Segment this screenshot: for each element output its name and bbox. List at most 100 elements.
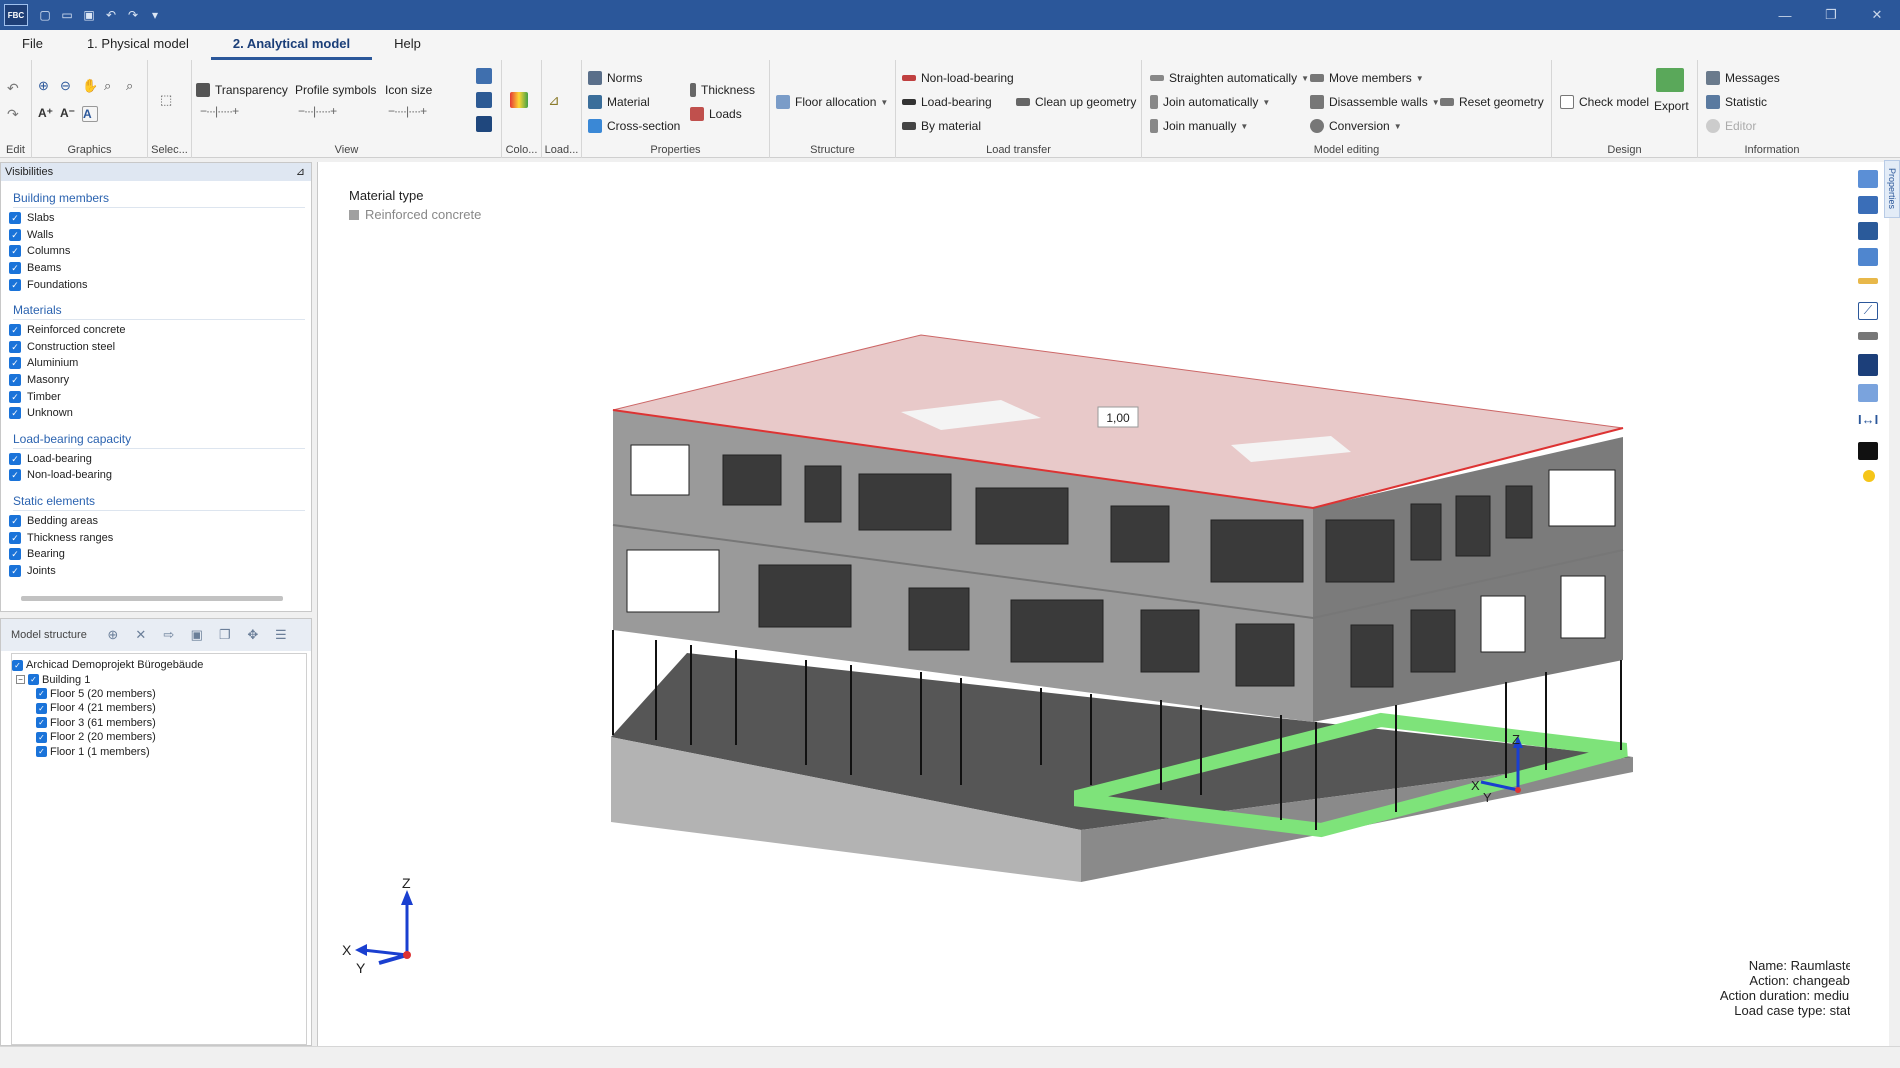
- visibility-checkbox-row[interactable]: ✓ Walls: [1, 227, 311, 244]
- open-folder-icon[interactable]: ▭: [59, 7, 75, 23]
- checkbox[interactable]: ✓: [9, 324, 21, 337]
- checkbox[interactable]: ✓: [9, 469, 21, 482]
- customize-toolbar-icon[interactable]: ▾: [147, 7, 163, 23]
- pan-hand-icon[interactable]: ✋: [82, 78, 98, 94]
- 3d-viewport[interactable]: 1,00 Z X Y Z X Y: [317, 162, 1889, 1046]
- checkbox[interactable]: ✓: [9, 390, 21, 403]
- text-style-icon[interactable]: A: [82, 106, 98, 122]
- font-increase-icon[interactable]: A⁺: [38, 106, 54, 122]
- checkbox[interactable]: ✓: [36, 688, 47, 700]
- redo-icon[interactable]: ↷: [7, 106, 23, 122]
- checkbox[interactable]: ✓: [9, 228, 21, 241]
- delete-icon[interactable]: ✕: [133, 627, 149, 643]
- visibility-checkbox-row[interactable]: ✓ Load-bearing: [1, 451, 311, 468]
- checkbox[interactable]: ✓: [9, 548, 21, 561]
- tab-analytical-model[interactable]: 2. Analytical model: [210, 30, 373, 60]
- selection-filter-icon[interactable]: ⬚: [160, 92, 176, 108]
- collapse-icon[interactable]: −: [16, 675, 25, 685]
- minimize-icon[interactable]: —: [1762, 0, 1808, 30]
- tree-building[interactable]: − ✓ Building 1: [12, 672, 306, 686]
- check-model-button[interactable]: Check model: [1560, 92, 1649, 112]
- zoom-all-icon[interactable]: ⌕: [126, 78, 142, 94]
- checkbox[interactable]: ✓: [36, 702, 47, 714]
- visibility-checkbox-row[interactable]: ✓ Slabs: [1, 210, 311, 227]
- statistic-button[interactable]: Statistic: [1706, 92, 1767, 112]
- reset-geometry-button[interactable]: Reset geometry: [1440, 92, 1544, 112]
- tree-floor[interactable]: ✓ Floor 1 (1 members): [12, 744, 306, 758]
- transparency-button[interactable]: Transparency: [196, 80, 288, 100]
- checkbox[interactable]: ✓: [36, 717, 47, 729]
- view-solid-icon[interactable]: [476, 116, 492, 132]
- load-display-icon[interactable]: ⊿: [548, 92, 564, 108]
- editor-button[interactable]: Editor: [1706, 116, 1756, 136]
- checkbox[interactable]: ✓: [9, 564, 21, 577]
- view-iso-icon[interactable]: [1858, 170, 1878, 188]
- model-canvas[interactable]: 1,00 Z X Y Z X Y: [318, 162, 1890, 1046]
- norms-button[interactable]: Norms: [588, 68, 642, 88]
- visibility-checkbox-row[interactable]: ✓ Construction steel: [1, 339, 311, 356]
- visibility-checkbox-row[interactable]: ✓ Reinforced concrete: [1, 322, 311, 339]
- light-icon[interactable]: [1863, 470, 1875, 482]
- spring-icon[interactable]: [1858, 354, 1878, 376]
- view-cube-icon[interactable]: [476, 68, 492, 84]
- zoom-in-icon[interactable]: ⊕: [38, 78, 54, 94]
- export-label[interactable]: Export: [1654, 96, 1689, 116]
- properties-side-tab[interactable]: Properties: [1884, 160, 1900, 218]
- close-icon[interactable]: ✕: [1854, 0, 1900, 30]
- cross-section-button[interactable]: Cross-section: [588, 116, 680, 136]
- color-scale-icon[interactable]: [510, 92, 528, 108]
- ruler-icon[interactable]: [1858, 278, 1878, 284]
- checkbox[interactable]: ✓: [36, 746, 47, 758]
- checkbox[interactable]: ✓: [9, 278, 21, 291]
- tree-floor[interactable]: ✓ Floor 5 (20 members): [12, 687, 306, 701]
- visibility-checkbox-row[interactable]: ✓ Bearing: [1, 546, 311, 563]
- zoom-window-icon[interactable]: ⌕: [104, 78, 120, 94]
- menu-file[interactable]: File: [0, 30, 65, 60]
- view-side-icon[interactable]: [1858, 248, 1878, 266]
- transparency-slider[interactable]: −···|·····+: [200, 104, 239, 118]
- visibility-checkbox-row[interactable]: ✓ Timber: [1, 388, 311, 405]
- visibility-checkbox-row[interactable]: ✓ Thickness ranges: [1, 529, 311, 546]
- grid-icon[interactable]: [1858, 384, 1878, 402]
- checkbox[interactable]: ✓: [9, 245, 21, 258]
- thickness-button[interactable]: Thickness: [690, 80, 755, 100]
- new-file-icon[interactable]: ▢: [37, 7, 53, 23]
- tree-floor[interactable]: ✓ Floor 4 (21 members): [12, 701, 306, 715]
- visibility-checkbox-row[interactable]: ✓ Unknown: [1, 405, 311, 422]
- visibility-checkbox-row[interactable]: ✓ Joints: [1, 563, 311, 580]
- visibility-checkbox-row[interactable]: ✓ Aluminium: [1, 355, 311, 372]
- load-bearing-button[interactable]: Load-bearing: [902, 92, 992, 112]
- by-material-button[interactable]: By material: [902, 116, 981, 136]
- section-icon[interactable]: [1858, 442, 1878, 460]
- checkbox[interactable]: ✓: [9, 531, 21, 544]
- checkbox[interactable]: ✓: [36, 731, 47, 743]
- checkbox[interactable]: ✓: [12, 659, 23, 671]
- conversion-button[interactable]: Conversion ▼: [1310, 116, 1402, 136]
- list-icon[interactable]: ☰: [273, 627, 289, 643]
- edit-icon[interactable]: ▣: [189, 627, 205, 643]
- profile-symbols-slider[interactable]: −···|·····+: [298, 104, 337, 118]
- join-automatically-button[interactable]: Join automatically ▼: [1150, 92, 1270, 112]
- horizontal-scrollbar[interactable]: [21, 596, 283, 601]
- export-icon[interactable]: [1656, 68, 1684, 92]
- checkbox[interactable]: ✓: [9, 515, 21, 528]
- redo-icon[interactable]: ↷: [125, 7, 141, 23]
- visibility-checkbox-row[interactable]: ✓ Bedding areas: [1, 513, 311, 530]
- loads-button[interactable]: Loads: [690, 104, 742, 124]
- tab-physical-model[interactable]: 1. Physical model: [65, 30, 211, 60]
- zoom-out-icon[interactable]: ⊖: [60, 78, 76, 94]
- checkbox[interactable]: ✓: [9, 212, 21, 225]
- pin-icon[interactable]: ⊿: [296, 163, 305, 181]
- non-load-bearing-button[interactable]: Non-load-bearing: [902, 68, 1014, 88]
- move-icon[interactable]: ⇨: [161, 627, 177, 643]
- tree-project[interactable]: ✓ Archicad Demoprojekt Bürogebäude: [12, 658, 306, 672]
- straighten-automatically-button[interactable]: Straighten automatically ▼: [1150, 68, 1309, 88]
- checkbox[interactable]: ✓: [9, 262, 21, 275]
- save-icon[interactable]: ▣: [81, 7, 97, 23]
- font-decrease-icon[interactable]: A⁻: [60, 106, 76, 122]
- maximize-icon[interactable]: ❐: [1808, 0, 1854, 30]
- material-button[interactable]: Material: [588, 92, 650, 112]
- pan-icon[interactable]: ✥: [245, 627, 261, 643]
- floor-allocation-button[interactable]: Floor allocation ▼: [776, 92, 888, 112]
- checkbox[interactable]: ✓: [28, 674, 39, 686]
